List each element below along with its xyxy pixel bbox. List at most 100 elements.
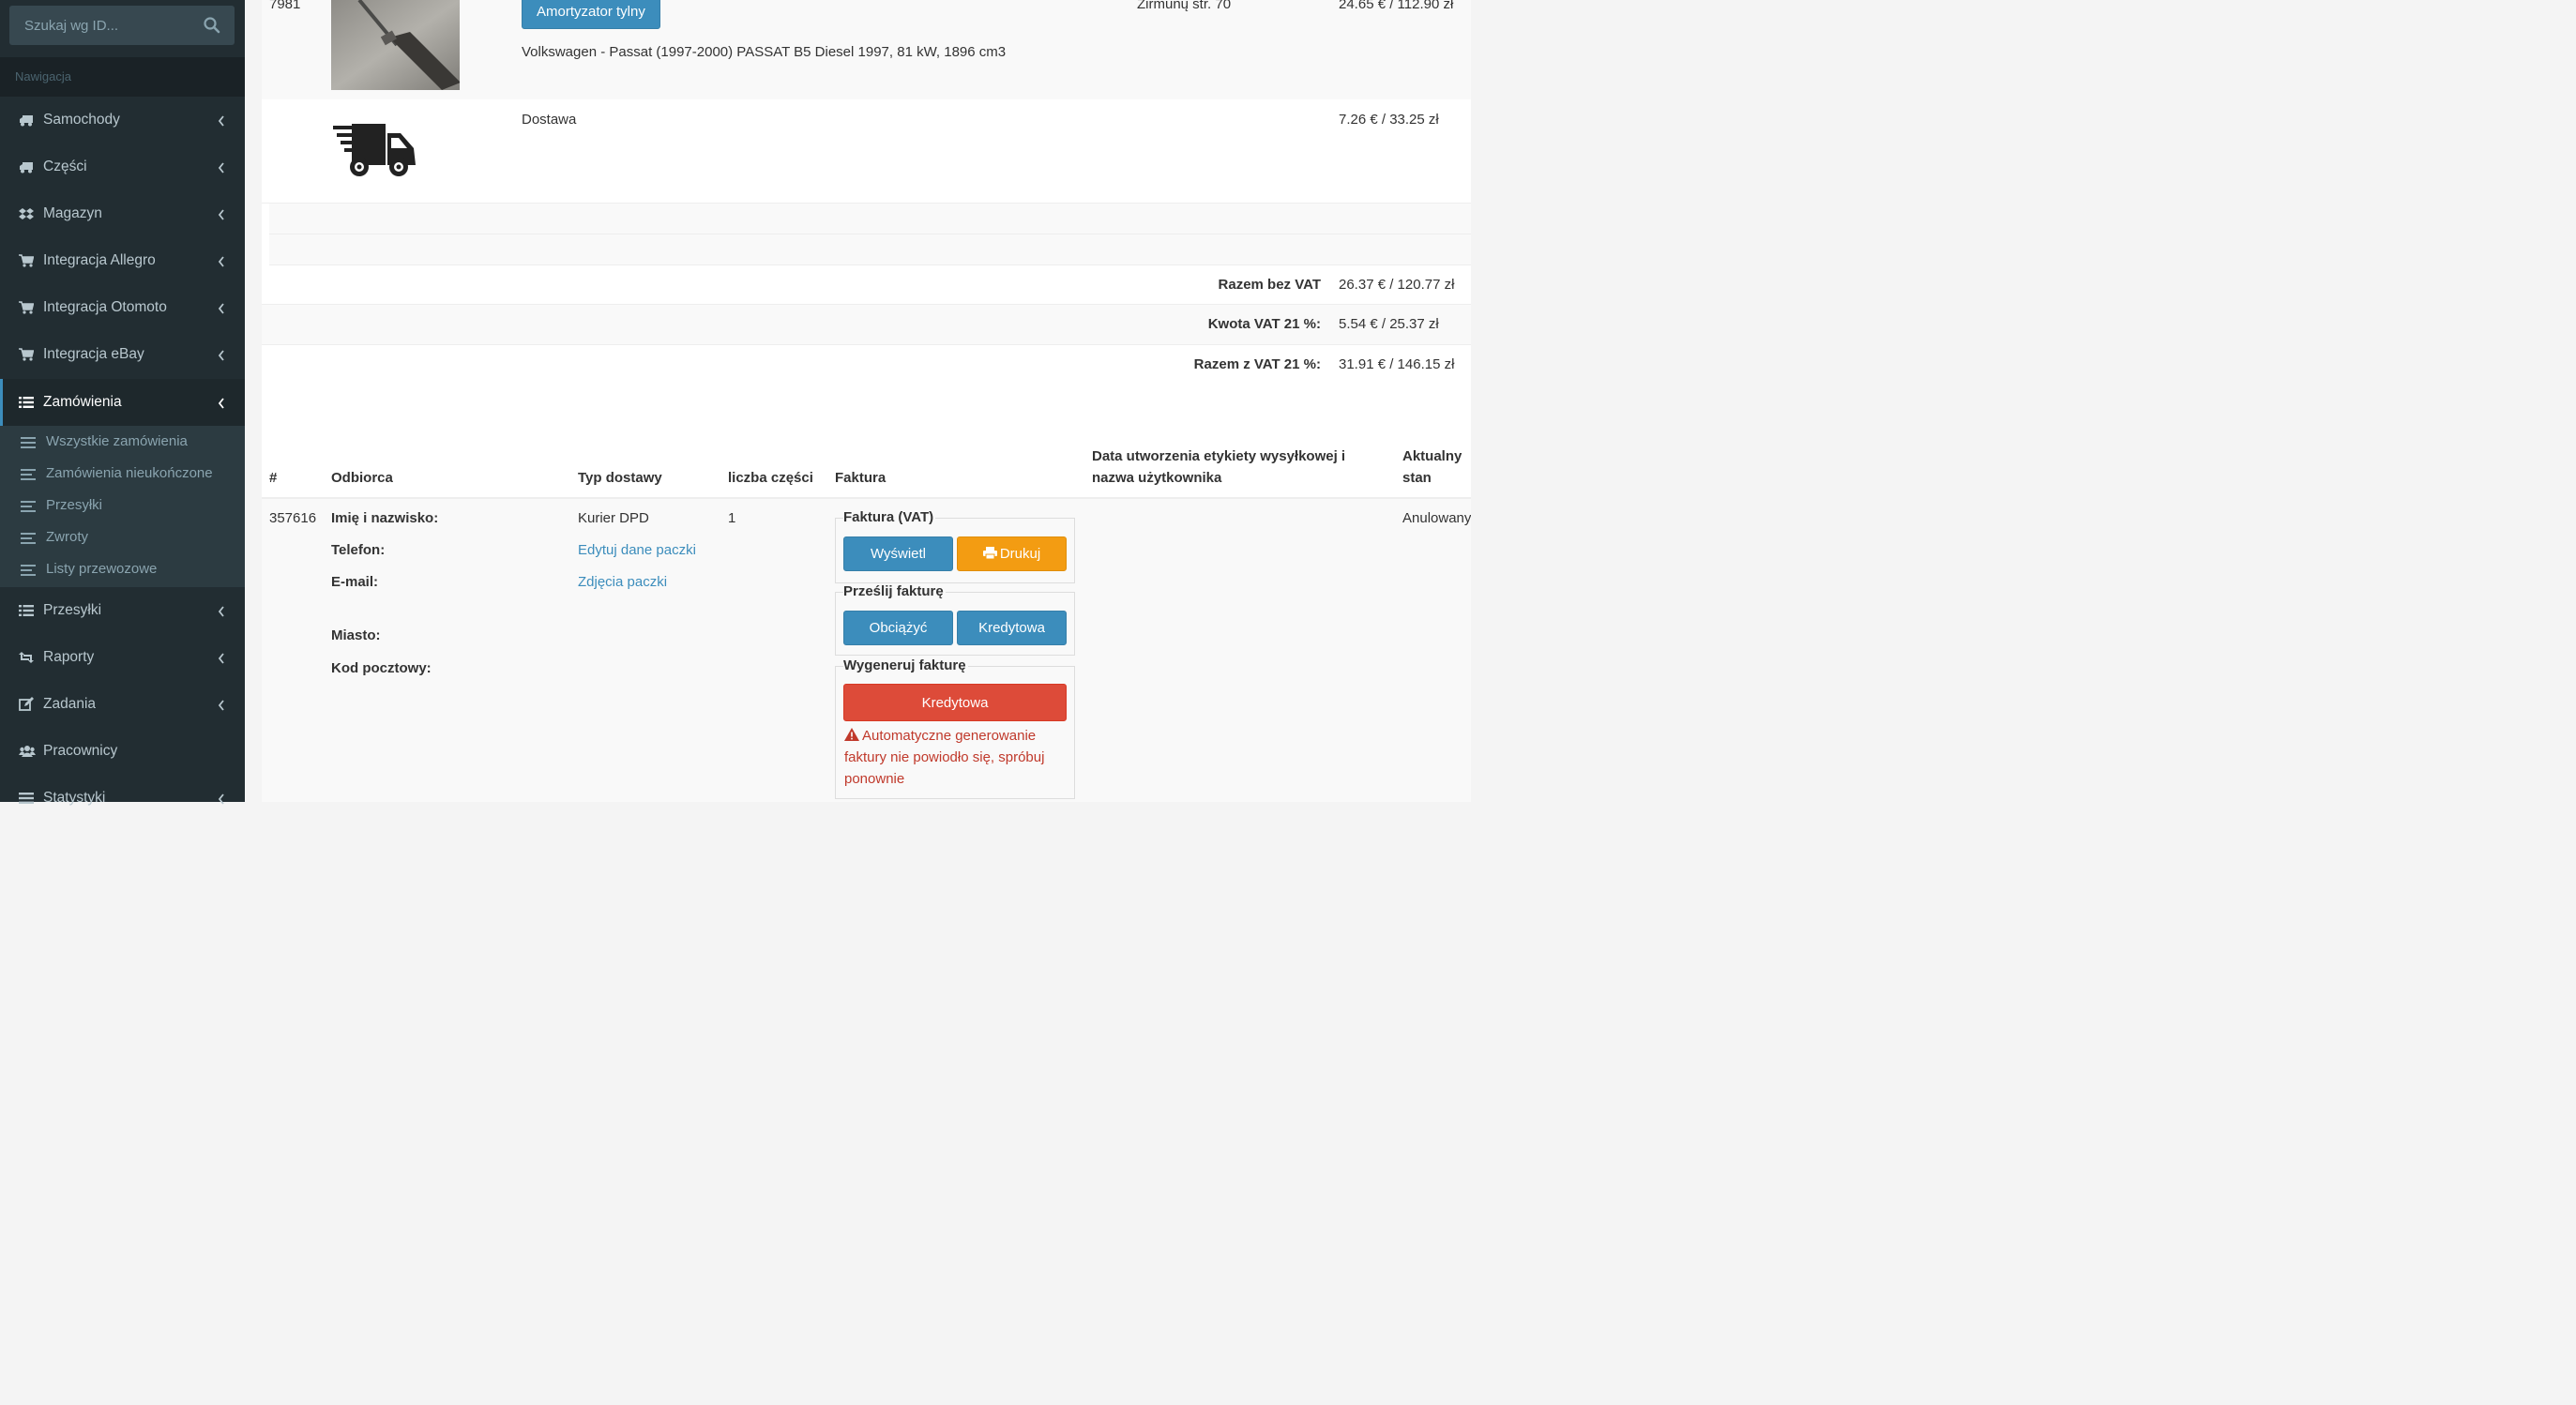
recipient-phone-label: Telefon: <box>331 542 386 558</box>
sidebar-item-label: Raporty <box>43 649 95 665</box>
submenu-zamowienia: Wszystkie zamówienia Zamówienia nieukońc… <box>0 426 245 587</box>
submenu-item-zamowienia-nieukonczone[interactable]: Zamówienia nieukończone <box>0 458 245 490</box>
part-vehicle-description: Volkswagen - Passat (1997-2000) PASSAT B… <box>522 44 1007 60</box>
view-invoice-button[interactable]: Wyświetl <box>843 536 953 571</box>
chevron-left-icon <box>218 302 225 314</box>
generate-credit-invoice-button[interactable]: Kredytowa <box>843 684 1067 721</box>
search-form <box>9 6 235 45</box>
table-row-empty <box>269 204 1471 234</box>
edit-package-link[interactable]: Edytuj dane paczki <box>578 542 696 558</box>
column-header-status: Aktualny <box>1402 448 1462 464</box>
totals-row-gross: Razem z VAT 21 %: 31.91 € / 146.15 zł <box>262 345 1471 385</box>
dropbox-icon <box>19 206 34 221</box>
chevron-left-icon <box>218 652 225 664</box>
submenu-item-zwroty[interactable]: Zwroty <box>0 521 245 553</box>
chevron-down-icon <box>218 397 225 409</box>
search-icon[interactable] <box>203 16 221 35</box>
total-net-label: Razem bez VAT <box>1218 277 1321 293</box>
submenu-item-label: Zwroty <box>46 529 88 545</box>
align-left-icon <box>21 468 36 480</box>
sidebar-item-label: Statystyki <box>43 790 106 806</box>
align-left-icon <box>21 564 36 576</box>
column-header-parts-count: liczba części <box>728 470 813 486</box>
sidebar-item-integracja-allegro[interactable]: Integracja Allegro <box>0 237 245 284</box>
list-icon <box>19 395 34 410</box>
nav-header: Nawigacja <box>0 57 245 97</box>
chevron-left-icon <box>218 793 225 805</box>
total-vat-label: Kwota VAT 21 %: <box>1207 316 1321 332</box>
sidebar-item-pracownicy[interactable]: Pracownicy <box>0 728 245 775</box>
sidebar-item-zadania[interactable]: Zadania <box>0 681 245 728</box>
users-icon <box>19 744 36 759</box>
chevron-left-icon <box>218 699 225 711</box>
truck-icon <box>19 159 34 174</box>
total-gross-label: Razem z VAT 21 %: <box>1193 356 1321 372</box>
delivery-type-value: Kurier DPD <box>578 510 649 526</box>
submenu-item-wszystkie-zamowienia[interactable]: Wszystkie zamówienia <box>0 426 245 458</box>
cart-icon <box>19 347 35 362</box>
print-invoice-button[interactable]: Drukuj <box>957 536 1067 571</box>
column-header-delivery-type: Typ dostawy <box>578 470 662 486</box>
list-icon <box>21 436 36 448</box>
delivery-truck-icon <box>331 122 417 182</box>
send-credit-invoice-button[interactable]: Kredytowa <box>957 611 1067 645</box>
sidebar-item-label: Zamówienia <box>43 394 122 410</box>
order-id: 357616 <box>269 510 317 526</box>
column-header-hash: # <box>269 470 278 486</box>
generate-invoice-title: Wygeneruj fakturę <box>843 657 968 673</box>
align-left-icon <box>21 532 36 544</box>
align-left-icon <box>21 500 36 512</box>
invoice-error-text: Automatyczne generowanie faktury nie pow… <box>844 728 1045 787</box>
sidebar-item-integracja-ebay[interactable]: Integracja eBay <box>0 331 245 378</box>
edit-icon <box>19 697 34 712</box>
part-location: Žirmūnų str. 70 <box>1137 0 1232 12</box>
cart-icon <box>19 300 35 315</box>
sidebar-item-raporty[interactable]: Raporty <box>0 634 245 681</box>
submenu-item-label: Przesyłki <box>46 497 103 513</box>
totals-row-net: Razem bez VAT 26.37 € / 120.77 zł <box>262 265 1471 305</box>
table-row-delivery: Dostawa 7.26 € / 33.25 zł <box>262 99 1471 204</box>
sidebar: Nawigacja Samochody Części Magazyn Integ… <box>0 0 245 806</box>
main-content: 7981 Amortyzator tylny Volkswagen - Pass… <box>262 0 1471 802</box>
column-header-recipient: Odbiorca <box>331 470 393 486</box>
submenu-item-przesylki[interactable]: Przesyłki <box>0 490 245 521</box>
retweet-icon <box>19 650 34 665</box>
sidebar-item-magazyn[interactable]: Magazyn <box>0 190 245 237</box>
sidebar-item-label: Integracja Otomoto <box>43 299 167 315</box>
table-row-empty <box>269 234 1471 265</box>
warning-icon <box>844 726 859 741</box>
print-invoice-label: Drukuj <box>999 546 1041 562</box>
sidebar-item-przesylki[interactable]: Przesyłki <box>0 587 245 634</box>
totals-row-vat: Kwota VAT 21 %: 5.54 € / 25.37 zł <box>262 305 1471 345</box>
part-image[interactable] <box>331 0 461 90</box>
table-row-part: 7981 Amortyzator tylny Volkswagen - Pass… <box>262 0 1471 100</box>
recipient-city-label: Miasto: <box>331 627 381 643</box>
invoice-vat-title: Faktura (VAT) <box>843 509 936 525</box>
sidebar-item-label: Części <box>43 159 87 174</box>
part-id: 7981 <box>269 0 301 12</box>
sidebar-item-label: Pracownicy <box>43 743 118 759</box>
order-status-value: Anulowany <box>1402 510 1471 526</box>
submenu-item-label: Wszystkie zamówienia <box>46 433 188 449</box>
sidebar-item-label: Zadania <box>43 696 97 712</box>
recipient-postcode-label: Kod pocztowy: <box>331 660 432 676</box>
sidebar-item-label: Magazyn <box>43 205 102 221</box>
sidebar-item-czesci[interactable]: Części <box>0 144 245 190</box>
total-net-value: 26.37 € / 120.77 zł <box>1339 277 1455 293</box>
send-debit-invoice-button[interactable]: Obciążyć <box>843 611 953 645</box>
search-input[interactable] <box>9 6 212 45</box>
sidebar-item-statystyki[interactable]: Statystyki <box>0 775 245 822</box>
sidebar-item-integracja-otomoto[interactable]: Integracja Otomoto <box>0 284 245 331</box>
sidebar-item-zamowienia[interactable]: Zamówienia <box>0 379 245 426</box>
column-header-label-date-line2: nazwa użytkownika <box>1092 470 1222 486</box>
submenu-item-listy-przewozowe[interactable]: Listy przewozowe <box>0 553 245 585</box>
cart-icon <box>19 253 35 268</box>
part-name-button[interactable]: Amortyzator tylny <box>522 0 660 29</box>
print-icon <box>982 546 1000 562</box>
package-photos-link[interactable]: Zdjęcia paczki <box>578 574 667 590</box>
list-icon <box>19 791 34 806</box>
sidebar-item-samochody[interactable]: Samochody <box>0 97 245 144</box>
send-invoice-title: Prześlij fakturę <box>843 583 946 599</box>
nav-header-label: Nawigacja <box>15 69 71 83</box>
delivery-label: Dostawa <box>522 112 577 128</box>
